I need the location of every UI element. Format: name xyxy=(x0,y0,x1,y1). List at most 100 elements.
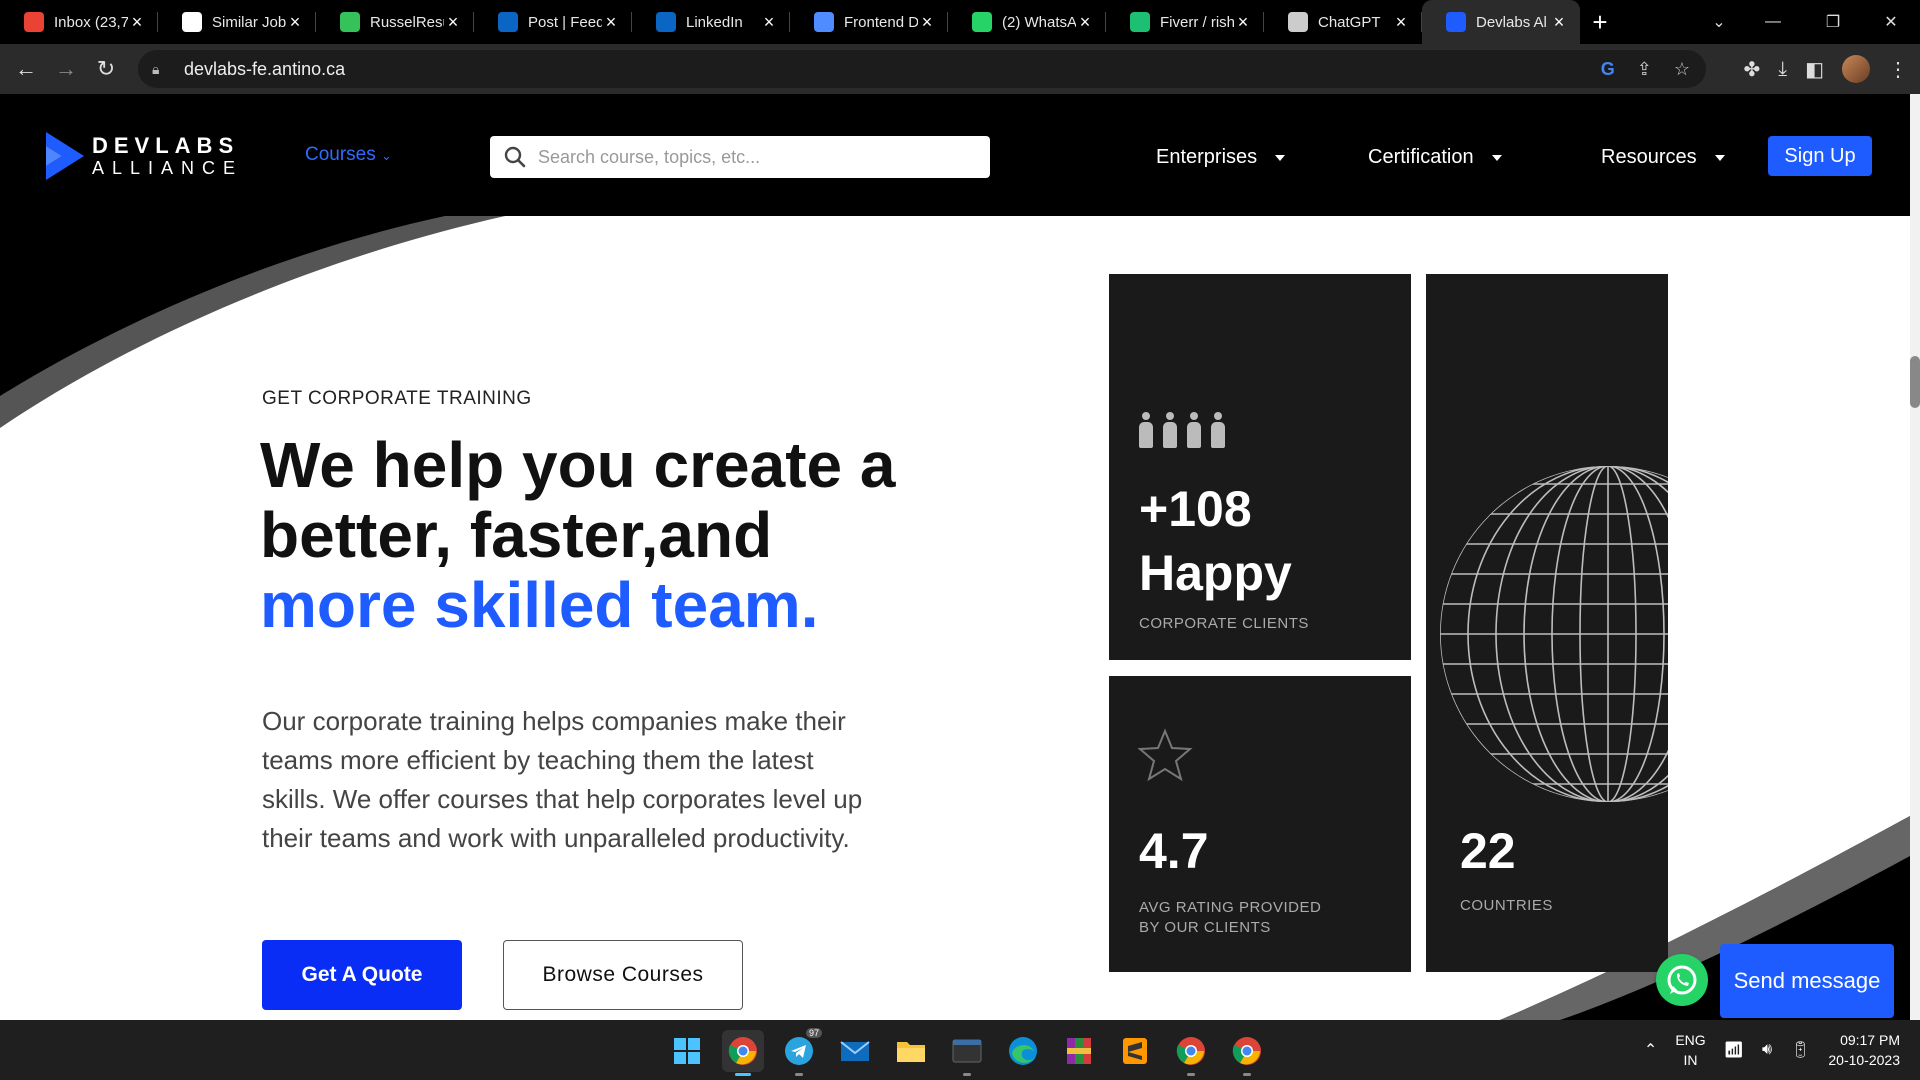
hero-eyebrow: GET CORPORATE TRAINING xyxy=(262,388,532,409)
search-icon xyxy=(504,146,526,168)
sign-up-button[interactable]: Sign Up xyxy=(1768,136,1872,176)
headline-line-3: more skilled team. xyxy=(260,569,819,641)
toolbar-right-actions: ✤ ⤓ ◧ ⋮ xyxy=(1743,50,1908,88)
browser-tab[interactable]: ChatGPT × xyxy=(1264,0,1422,44)
google-icon[interactable]: G xyxy=(1601,59,1615,80)
bookmark-star-icon[interactable]: ☆ xyxy=(1674,59,1690,80)
browser-tab[interactable]: Devlabs Al × xyxy=(1422,0,1580,44)
rating-caption-line-2: BY OUR CLIENTS xyxy=(1139,919,1271,936)
menu-resources[interactable]: Resources xyxy=(1601,146,1725,169)
tab-label: RusselResu xyxy=(370,13,444,31)
stat-card-rating: 4.7 AVG RATING PROVIDED BY OUR CLIENTS xyxy=(1109,676,1411,972)
minimize-button[interactable]: — xyxy=(1750,0,1796,44)
lock-icon[interactable]: 🔒︎ xyxy=(152,61,170,78)
browser-tab[interactable]: Post | Feed × xyxy=(474,0,632,44)
browser-tab[interactable]: Inbox (23,7 × xyxy=(0,0,158,44)
menu-enterprises[interactable]: Enterprises xyxy=(1156,146,1286,169)
stat-card-clients: +108 Happy CORPORATE CLIENTS xyxy=(1109,274,1411,660)
search-input[interactable] xyxy=(538,146,958,168)
close-tab-icon[interactable]: × xyxy=(286,12,304,33)
page-scrollbar-track[interactable] xyxy=(1910,94,1920,1020)
taskbar-apps: 97 xyxy=(666,1028,1268,1076)
sublime-icon[interactable] xyxy=(1114,1030,1156,1072)
hero-headline: We help you create a better, faster,and … xyxy=(260,430,960,640)
back-icon[interactable]: ← xyxy=(6,49,46,89)
close-tab-icon[interactable]: × xyxy=(128,12,146,33)
winrar-icon[interactable] xyxy=(1058,1030,1100,1072)
windows-start-icon[interactable] xyxy=(666,1030,708,1072)
tab-label: Similar Job xyxy=(212,13,286,31)
new-tab-button[interactable]: + xyxy=(1580,7,1620,38)
browser-tab[interactable]: RusselResu × xyxy=(316,0,474,44)
battery-icon[interactable]: 🔋︎ xyxy=(1790,1040,1810,1060)
clients-caption: CORPORATE CLIENTS xyxy=(1139,615,1309,632)
headline-line-1: We help you create a xyxy=(260,429,896,501)
language-indicator[interactable]: ENG IN xyxy=(1675,1030,1705,1070)
chevron-up-icon[interactable]: ⌃ xyxy=(1644,1040,1657,1060)
system-tray: ⌃ ENG IN 📶︎ 🔊︎ 🔋︎ 09:17 PM 20-10-2023 xyxy=(1644,1028,1900,1072)
get-quote-button[interactable]: Get A Quote xyxy=(262,940,462,1010)
wifi-icon[interactable]: 📶︎ xyxy=(1724,1040,1744,1060)
send-message-button[interactable]: Send message xyxy=(1720,944,1894,1018)
course-search[interactable] xyxy=(490,136,990,178)
tab-search-icon[interactable]: ⌄ xyxy=(1696,0,1742,44)
mail-icon[interactable] xyxy=(834,1030,876,1072)
browse-courses-button[interactable]: Browse Courses xyxy=(503,940,743,1010)
browser-tab[interactable]: LinkedIn × xyxy=(632,0,790,44)
restore-button[interactable]: ❐ xyxy=(1810,0,1856,44)
close-tab-icon[interactable]: × xyxy=(918,12,936,33)
menu-kebab-icon[interactable]: ⋮ xyxy=(1888,57,1908,82)
profile-avatar[interactable] xyxy=(1842,55,1870,83)
telegram-icon[interactable]: 97 xyxy=(778,1028,822,1076)
close-tab-icon[interactable]: × xyxy=(602,12,620,33)
logo-word-alliance: ALLIANCE xyxy=(92,158,244,178)
share-icon[interactable]: ⇪ xyxy=(1637,59,1652,80)
address-bar[interactable]: 🔒︎ devlabs-fe.antino.ca G ⇪ ☆ xyxy=(138,50,1706,88)
close-tab-icon[interactable]: × xyxy=(760,12,778,33)
mysql-icon[interactable] xyxy=(946,1030,988,1076)
side-panel-icon[interactable]: ◧ xyxy=(1805,57,1824,82)
browser-tab[interactable]: Similar Job × xyxy=(158,0,316,44)
lang-line-2: IN xyxy=(1683,1052,1698,1068)
file-explorer-icon[interactable] xyxy=(890,1030,932,1072)
whatsapp-icon[interactable] xyxy=(1656,954,1708,1006)
reload-icon[interactable]: ↻ xyxy=(86,49,126,89)
close-tab-icon[interactable]: × xyxy=(1234,12,1252,33)
linkedin-icon xyxy=(656,12,676,32)
clients-word: Happy xyxy=(1139,545,1292,601)
headline-line-2: better, faster,and xyxy=(260,499,773,571)
extensions-icon[interactable]: ✤ xyxy=(1743,57,1760,82)
similar-jobs-icon xyxy=(182,12,202,32)
whatsapp-icon xyxy=(972,12,992,32)
clock[interactable]: 09:17 PM 20-10-2023 xyxy=(1828,1030,1900,1070)
courses-dropdown[interactable]: Courses ⌄ xyxy=(305,144,392,166)
tab-list: Inbox (23,7 × Similar Job × RusselResu × Post … xyxy=(0,0,1580,44)
page-scrollbar-thumb[interactable] xyxy=(1910,356,1920,408)
close-window-button[interactable]: ✕ xyxy=(1868,0,1914,44)
browser-tab[interactable]: Fiverr / rish × xyxy=(1106,0,1264,44)
document-icon xyxy=(814,12,834,32)
close-tab-icon[interactable]: × xyxy=(1076,12,1094,33)
stat-card-countries: 22 COUNTRIES xyxy=(1426,274,1668,972)
close-tab-icon[interactable]: × xyxy=(1392,12,1410,33)
download-icon[interactable]: ⤓ xyxy=(1778,58,1787,81)
fiverr-icon xyxy=(1130,12,1150,32)
browser-tab[interactable]: Frontend D × xyxy=(790,0,948,44)
close-tab-icon[interactable]: × xyxy=(444,12,462,33)
chrome-icon[interactable] xyxy=(1226,1030,1268,1076)
windows-taskbar: 97 ⌃ ENG IN 📶︎ 🔊︎ 🔋︎ 09:17 PM 20-10-2023 xyxy=(0,1020,1920,1080)
close-tab-icon[interactable]: × xyxy=(1550,12,1568,33)
chrome-icon[interactable] xyxy=(722,1030,764,1076)
forward-icon[interactable]: → xyxy=(46,49,86,89)
chevron-down-icon: ⌄ xyxy=(381,148,392,163)
countries-value: 22 xyxy=(1460,823,1516,879)
chrome-icon[interactable] xyxy=(1170,1030,1212,1076)
browser-tab[interactable]: (2) WhatsA × xyxy=(948,0,1106,44)
tab-label: Fiverr / rish xyxy=(1160,13,1234,31)
url-text[interactable]: devlabs-fe.antino.ca xyxy=(184,59,345,80)
rating-value: 4.7 xyxy=(1139,823,1209,879)
menu-certification[interactable]: Certification xyxy=(1368,146,1502,169)
volume-icon[interactable]: 🔊︎ xyxy=(1762,1041,1772,1059)
devlabs-logo[interactable]: DEVLABS ALLIANCE xyxy=(44,130,243,182)
edge-icon[interactable] xyxy=(1002,1030,1044,1072)
